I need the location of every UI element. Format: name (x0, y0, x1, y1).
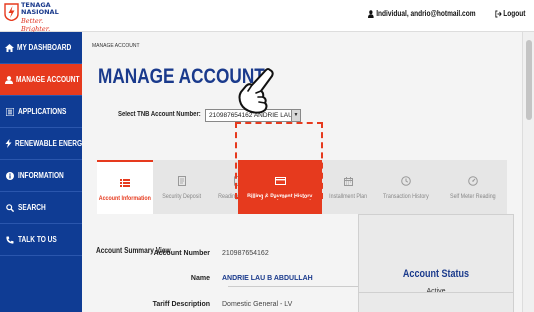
meter-icon (467, 176, 478, 186)
sidebar-item-talk-to-us[interactable]: TALK TO US (0, 224, 82, 256)
sidebar-item-manage-account[interactable]: MANAGE ACCOUNT (0, 64, 82, 96)
logo-text: TENAGA NASIONAL (21, 2, 59, 16)
sidebar-item-label: TALK TO US (18, 235, 57, 244)
clock-icon (401, 176, 411, 186)
phone-icon (5, 236, 15, 244)
tab-transaction-history[interactable]: Transaction History (375, 160, 437, 214)
account-number-label: Account Number (153, 250, 210, 257)
credit-card-icon (274, 176, 286, 186)
tab-installment-plan[interactable]: Installment Plan (323, 160, 374, 214)
tnb-logo-mark-icon (4, 3, 19, 21)
user-info[interactable]: Individual, andrio@hotmail.com (368, 9, 476, 18)
tab-label: Account Information (98, 195, 152, 202)
home-icon (5, 43, 14, 52)
info-icon (5, 171, 15, 180)
tariff-description-label: Tariff Description (152, 301, 210, 308)
name-label: Name (190, 275, 210, 282)
sidebar-item-search[interactable]: SEARCH (0, 192, 82, 224)
sidebar-item-my-dashboard[interactable]: MY DASHBOARD (0, 32, 82, 64)
secondary-card (358, 292, 514, 312)
user-account-text: Individual, andrio@hotmail.com (376, 9, 476, 18)
account-number-value: 210987654162 (222, 250, 269, 257)
breadcrumb: MANAGE ACCOUNT (92, 43, 140, 49)
tab-security-deposit[interactable]: Security Deposit (154, 160, 210, 214)
tnb-logo[interactable]: TENAGA NASIONAL Better. Brighter. (4, 2, 74, 33)
account-select-label: Select TNB Account Number: (118, 111, 201, 118)
calendar-icon (344, 176, 353, 186)
sidebar-item-label: MY DASHBOARD (17, 43, 72, 52)
logout-icon (495, 10, 502, 17)
top-bar: TENAGA NASIONAL Better. Brighter. Indivi… (0, 0, 534, 33)
vertical-scrollbar[interactable] (522, 32, 534, 312)
sidebar-item-label: RENEWABLE ENERGY (15, 139, 87, 148)
logout-button[interactable]: Logout (495, 9, 525, 18)
tab-label: Billing & Payment History (247, 193, 313, 200)
sidebar-item-label: APPLICATIONS (18, 107, 67, 116)
user-icon (5, 75, 13, 84)
logo-tagline: Better. Brighter. (21, 17, 51, 33)
name-value: ANDRIE LAU B ABDULLAH (222, 275, 313, 282)
sidebar-item-information[interactable]: INFORMATION (0, 160, 82, 192)
tab-billing-payment-history[interactable]: Billing & Payment History (238, 160, 322, 214)
sidebar-item-applications[interactable]: APPLICATIONS (0, 96, 82, 128)
scrollbar-thumb[interactable] (526, 40, 532, 120)
user-icon (368, 9, 374, 18)
tab-label: Installment Plan (329, 193, 368, 200)
main-content: MANAGE ACCOUNT MANAGE ACCOUNT Select TNB… (82, 32, 522, 312)
logout-label: Logout (503, 9, 526, 18)
account-status-title: Account Status (402, 268, 470, 280)
sidebar-item-label: SEARCH (18, 203, 46, 212)
logo-name-line2: NASIONAL (21, 8, 59, 16)
search-icon (5, 203, 15, 212)
list-icon (5, 107, 15, 116)
tab-label: Self Meter Reading (449, 193, 496, 200)
sidebar-item-label: INFORMATION (18, 171, 64, 180)
bolt-icon (5, 139, 12, 148)
tab-self-meter-reading[interactable]: Self Meter Reading (438, 160, 507, 214)
tariff-description-value: Domestic General - LV (222, 301, 293, 308)
sidebar: MY DASHBOARD MANAGE ACCOUNT APPLICATIONS… (0, 32, 86, 312)
sidebar-item-renewable-energy[interactable]: RENEWABLE ENERGY (0, 128, 86, 160)
tab-label: Security Deposit (162, 193, 202, 200)
chevron-down-icon[interactable]: ▼ (291, 110, 300, 121)
sidebar-item-label: MANAGE ACCOUNT (16, 75, 80, 84)
pointing-hand-icon (238, 68, 274, 114)
tab-account-information[interactable]: Account Information (97, 160, 153, 214)
tab-label: Transaction History (383, 193, 429, 200)
list-icon (120, 178, 130, 188)
document-icon (178, 176, 186, 186)
account-tabs: Account Information Security Deposit Rea… (97, 160, 507, 214)
